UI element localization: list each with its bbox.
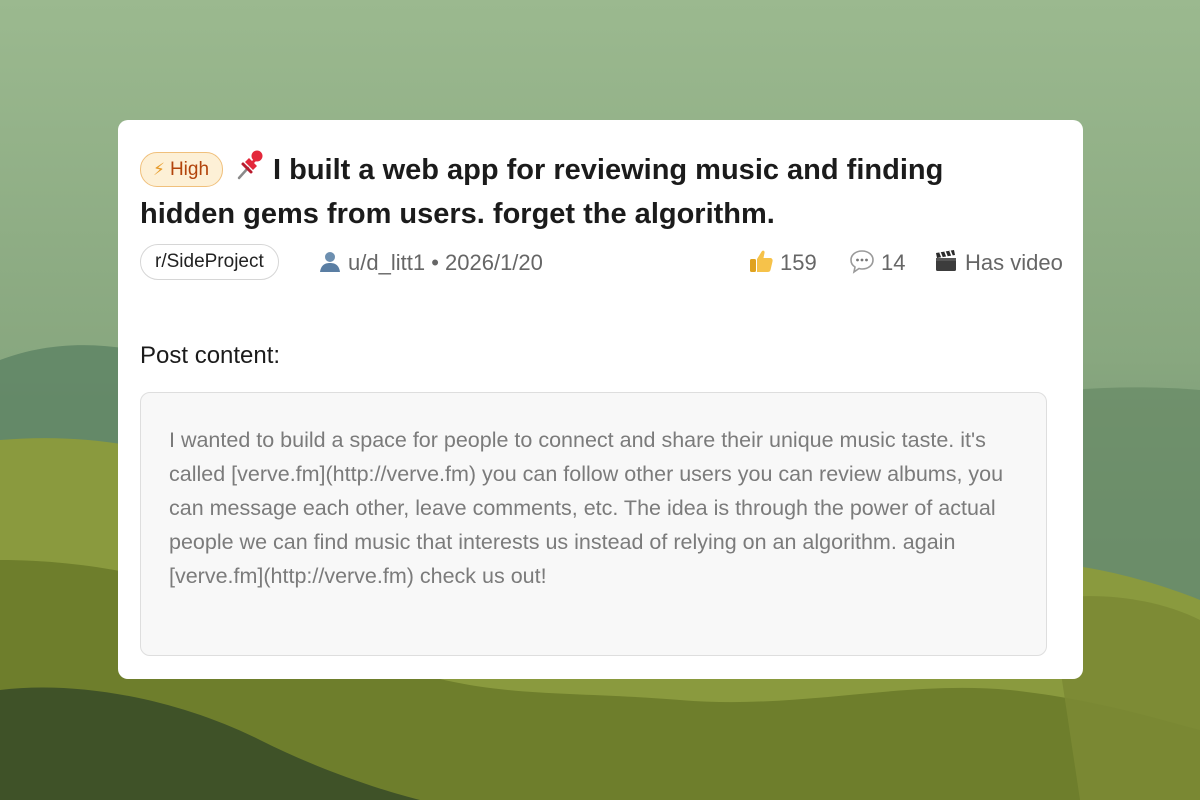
user-icon — [320, 252, 340, 272]
has-video-indicator: Has video — [933, 248, 1063, 278]
priority-badge: ⚡ High — [140, 152, 224, 187]
post-content-label: Post content: — [140, 342, 281, 369]
subreddit-chip[interactable]: r/SideProject — [140, 244, 279, 280]
post-date: 2026/1/20 — [445, 250, 543, 275]
post-title-row: ⚡ High I built a web app for reviewing m… — [140, 148, 1020, 236]
speech-bubble-icon — [850, 250, 874, 274]
post-content-text: I wanted to build a space for people to … — [169, 428, 1004, 588]
post-content-box: I wanted to build a space for people to … — [140, 392, 1047, 656]
has-video-label: Has video — [965, 250, 1063, 275]
priority-badge-label: High — [169, 159, 210, 180]
comment-count-value: 14 — [881, 250, 906, 275]
thumbs-up-icon — [750, 250, 773, 272]
post-meta-row: r/SideProject u/d_litt1 • 2026/1/20 159 … — [140, 244, 1080, 282]
upvote-count-value: 159 — [780, 250, 817, 275]
author-name[interactable]: u/d_litt1 — [348, 250, 425, 275]
post-card: ⚡ High I built a web app for reviewing m… — [118, 120, 1083, 679]
clapperboard-icon — [936, 250, 956, 271]
pushpin-icon — [237, 150, 263, 180]
post-author-info: u/d_litt1 • 2026/1/20 — [318, 248, 543, 278]
meta-separator: • — [431, 250, 439, 275]
comment-count[interactable]: 14 — [849, 248, 905, 278]
lightning-icon: ⚡ — [153, 160, 165, 179]
upvote-count[interactable]: 159 — [748, 248, 817, 278]
